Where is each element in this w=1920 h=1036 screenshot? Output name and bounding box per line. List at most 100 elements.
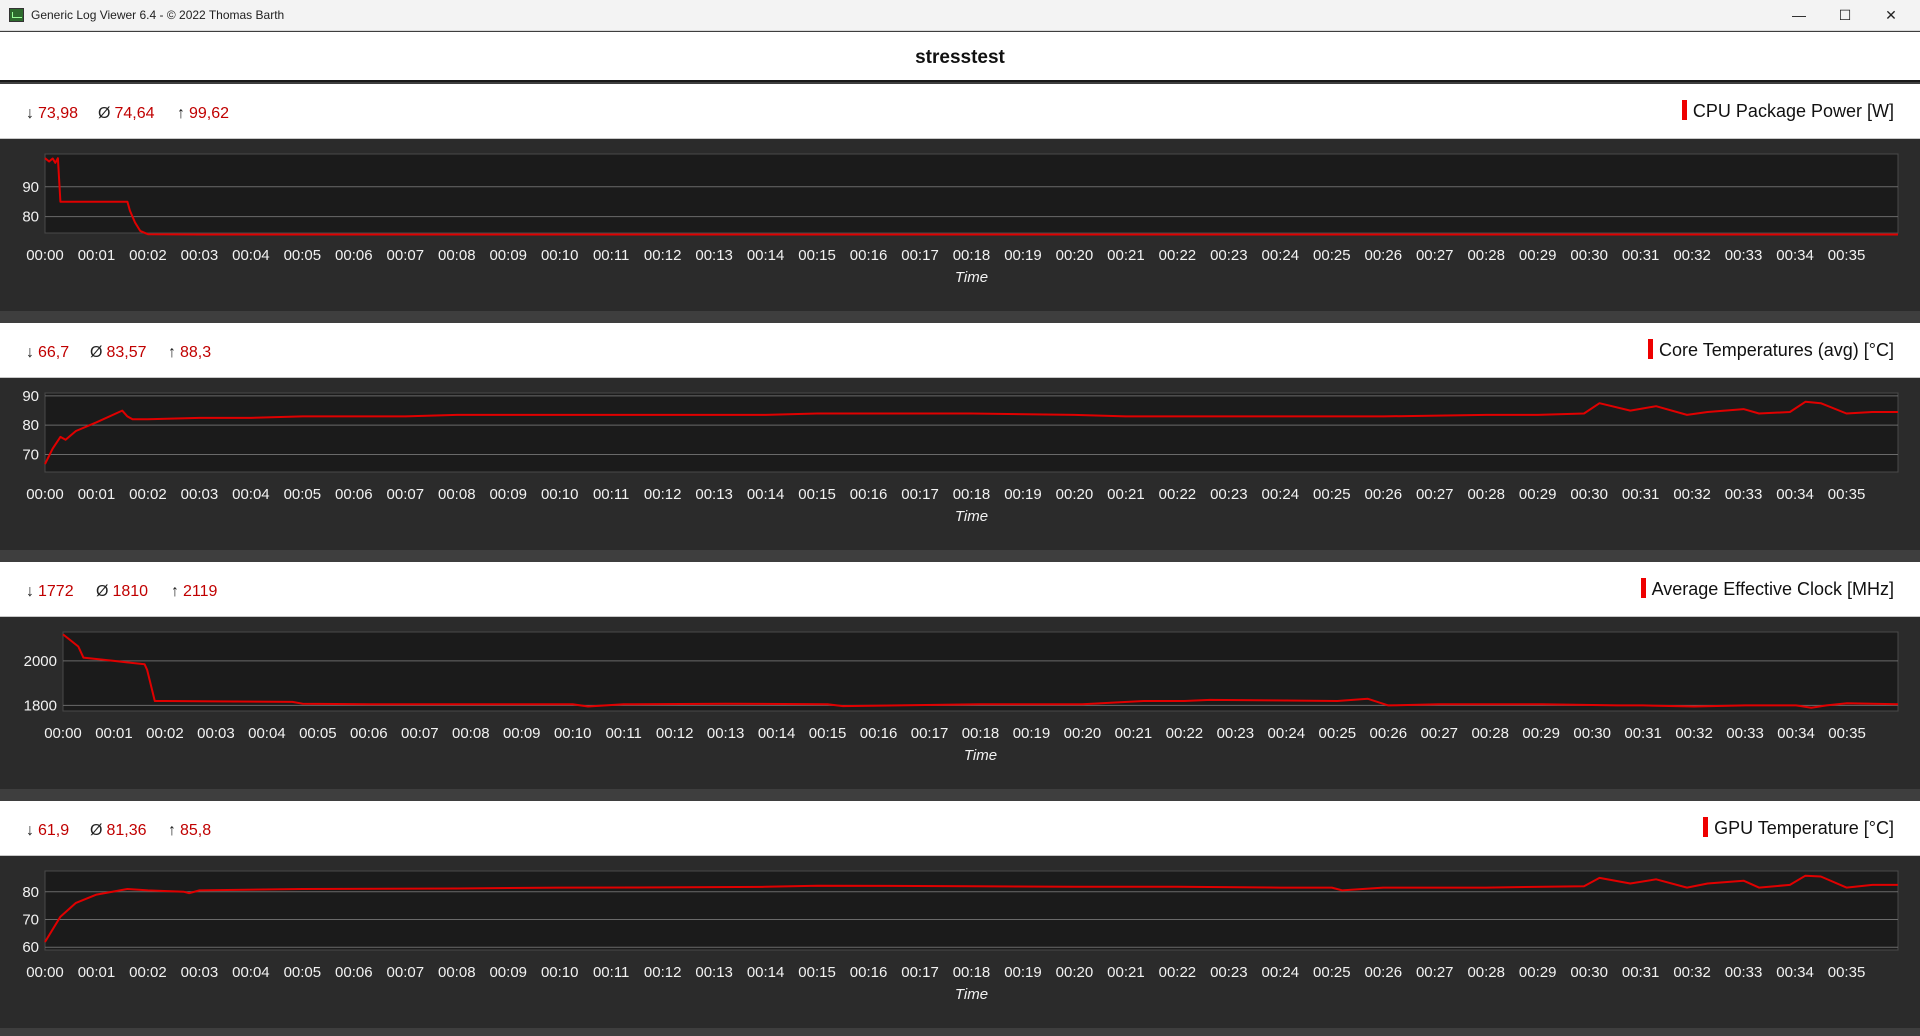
x-tick-label: 00:23 (1217, 725, 1255, 742)
x-axis-label: Time (955, 269, 988, 286)
x-tick-label: 00:30 (1570, 964, 1608, 981)
stat-max-value: 2119 (183, 583, 218, 600)
x-tick-label: 00:07 (401, 725, 439, 742)
x-tick-label: 00:13 (707, 725, 745, 742)
close-button[interactable]: ✕ (1868, 0, 1914, 31)
x-tick-label: 00:06 (335, 486, 373, 503)
stat-max-value: 99,62 (189, 105, 230, 122)
stat-min: ↓ 66,7 (26, 344, 70, 361)
x-tick-label: 00:12 (656, 725, 694, 742)
series-label: GPU Temperature [°C] (1714, 818, 1894, 838)
x-tick-label: 00:04 (232, 964, 270, 981)
minimize-button[interactable]: — (1776, 0, 1822, 31)
x-tick-label: 00:18 (953, 964, 991, 981)
x-tick-label: 00:13 (695, 486, 733, 503)
x-tick-label: 00:29 (1522, 725, 1560, 742)
x-tick-label: 00:05 (284, 486, 322, 503)
x-tick-label: 00:14 (747, 964, 785, 981)
x-tick-label: 00:35 (1828, 486, 1866, 503)
x-tick-label: 00:08 (452, 725, 490, 742)
x-tick-label: 00:29 (1519, 486, 1557, 503)
x-tick-label: 00:19 (1004, 486, 1042, 503)
x-tick-label: 00:20 (1056, 486, 1094, 503)
x-tick-label: 00:04 (232, 247, 270, 264)
stat-avg: Ø 1810 (96, 583, 149, 600)
x-tick-label: 00:09 (489, 486, 527, 503)
x-tick-label: 00:09 (503, 725, 541, 742)
x-tick-label: 00:27 (1416, 247, 1454, 264)
x-tick-label: 00:33 (1726, 725, 1764, 742)
y-tick-label: 60 (22, 939, 39, 956)
stat-avg-value: 81,36 (106, 822, 147, 839)
plot-area (44, 870, 1899, 951)
x-tick-label: 00:27 (1420, 725, 1458, 742)
x-tick-label: 00:16 (850, 486, 888, 503)
stats-bar: ↓ 73,98 Ø 74,64 ↑ 99,62 CPU Package Power [… (0, 84, 1920, 139)
x-tick-label: 00:15 (809, 725, 847, 742)
x-tick-label: 00:28 (1467, 486, 1505, 503)
x-tick-label: 00:33 (1725, 964, 1763, 981)
x-tick-label: 00:17 (901, 247, 939, 264)
x-tick-label: 00:20 (1064, 725, 1102, 742)
x-tick-label: 00:05 (284, 964, 322, 981)
stats-bar: ↓ 66,7 Ø 83,57 ↑ 88,3 Core Temperatures (av… (0, 323, 1920, 378)
x-tick-label: 00:02 (129, 247, 167, 264)
x-tick-label: 00:01 (78, 247, 116, 264)
x-tick-label: 00:23 (1210, 247, 1248, 264)
page-title: stresstest (915, 47, 1005, 68)
stat-avg-value: 1810 (112, 583, 149, 600)
plot-area (62, 631, 1899, 712)
chart-panel-eff-clock: ↓ 1772 Ø 1810 ↑ 2119 Average Effective Cloc… (0, 562, 1920, 789)
x-tick-label: 00:14 (747, 486, 785, 503)
x-tick-label: 00:14 (758, 725, 796, 742)
log-header: stresstest (0, 32, 1920, 82)
x-tick-label: 00:31 (1624, 725, 1662, 742)
x-tick-label: 00:35 (1828, 725, 1866, 742)
legend-swatch (1648, 339, 1654, 359)
legend-swatch (1703, 817, 1709, 837)
series-legend: Core Temperatures (avg) [°C] (1648, 339, 1894, 361)
x-tick-label: 00:29 (1519, 247, 1557, 264)
x-tick-label: 00:14 (747, 247, 785, 264)
stat-max: ↑ 2119 (171, 583, 218, 600)
chart-area: 70 80 90 00:00 00:01 00:02 00:03 00:04 00:05 00:0… (0, 378, 1920, 550)
x-tick-label: 00:21 (1107, 247, 1145, 264)
stat-avg: Ø 81,36 (90, 822, 147, 839)
x-tick-label: 00:34 (1777, 725, 1815, 742)
x-tick-label: 00:26 (1365, 486, 1403, 503)
stat-min: ↓ 1772 (26, 583, 74, 600)
x-tick-label: 00:21 (1115, 725, 1153, 742)
x-tick-label: 00:06 (350, 725, 388, 742)
x-tick-label: 00:11 (593, 486, 629, 503)
x-tick-label: 00:22 (1166, 725, 1204, 742)
x-tick-label: 00:23 (1210, 486, 1248, 503)
x-tick-label: 00:34 (1776, 247, 1814, 264)
plot-area (44, 153, 1899, 234)
x-tick-label: 00:34 (1776, 486, 1814, 503)
x-tick-label: 00:01 (78, 486, 116, 503)
series-legend: GPU Temperature [°C] (1703, 817, 1894, 839)
x-tick-label: 00:33 (1725, 486, 1763, 503)
x-tick-label: 00:02 (129, 964, 167, 981)
legend-swatch (1681, 100, 1687, 120)
y-tick-label: 70 (22, 912, 39, 929)
x-tick-label: 00:34 (1776, 964, 1814, 981)
x-tick-label: 00:11 (605, 725, 641, 742)
x-tick-label: 00:11 (593, 964, 629, 981)
x-tick-label: 00:15 (798, 486, 836, 503)
x-tick-label: 00:35 (1828, 247, 1866, 264)
maximize-button[interactable]: ☐ (1822, 0, 1868, 31)
x-tick-label: 00:06 (335, 247, 373, 264)
x-tick-label: 00:03 (197, 725, 235, 742)
x-tick-label: 00:27 (1416, 964, 1454, 981)
x-tick-label: 00:16 (850, 964, 888, 981)
chart-area: 1800 2000 00:00 00:01 00:02 00:03 00:04 00:05 00… (0, 617, 1920, 789)
x-tick-label: 00:10 (541, 247, 579, 264)
stats-bar: ↓ 61,9 Ø 81,36 ↑ 85,8 GPU Temperature [°C] (0, 801, 1920, 856)
x-tick-label: 00:17 (901, 964, 939, 981)
x-tick-label: 00:00 (26, 486, 64, 503)
stats-bar: ↓ 1772 Ø 1810 ↑ 2119 Average Effective Cloc… (0, 562, 1920, 617)
x-tick-label: 00:10 (541, 964, 579, 981)
stat-max-value: 85,8 (180, 822, 212, 839)
x-tick-label: 00:13 (695, 964, 733, 981)
